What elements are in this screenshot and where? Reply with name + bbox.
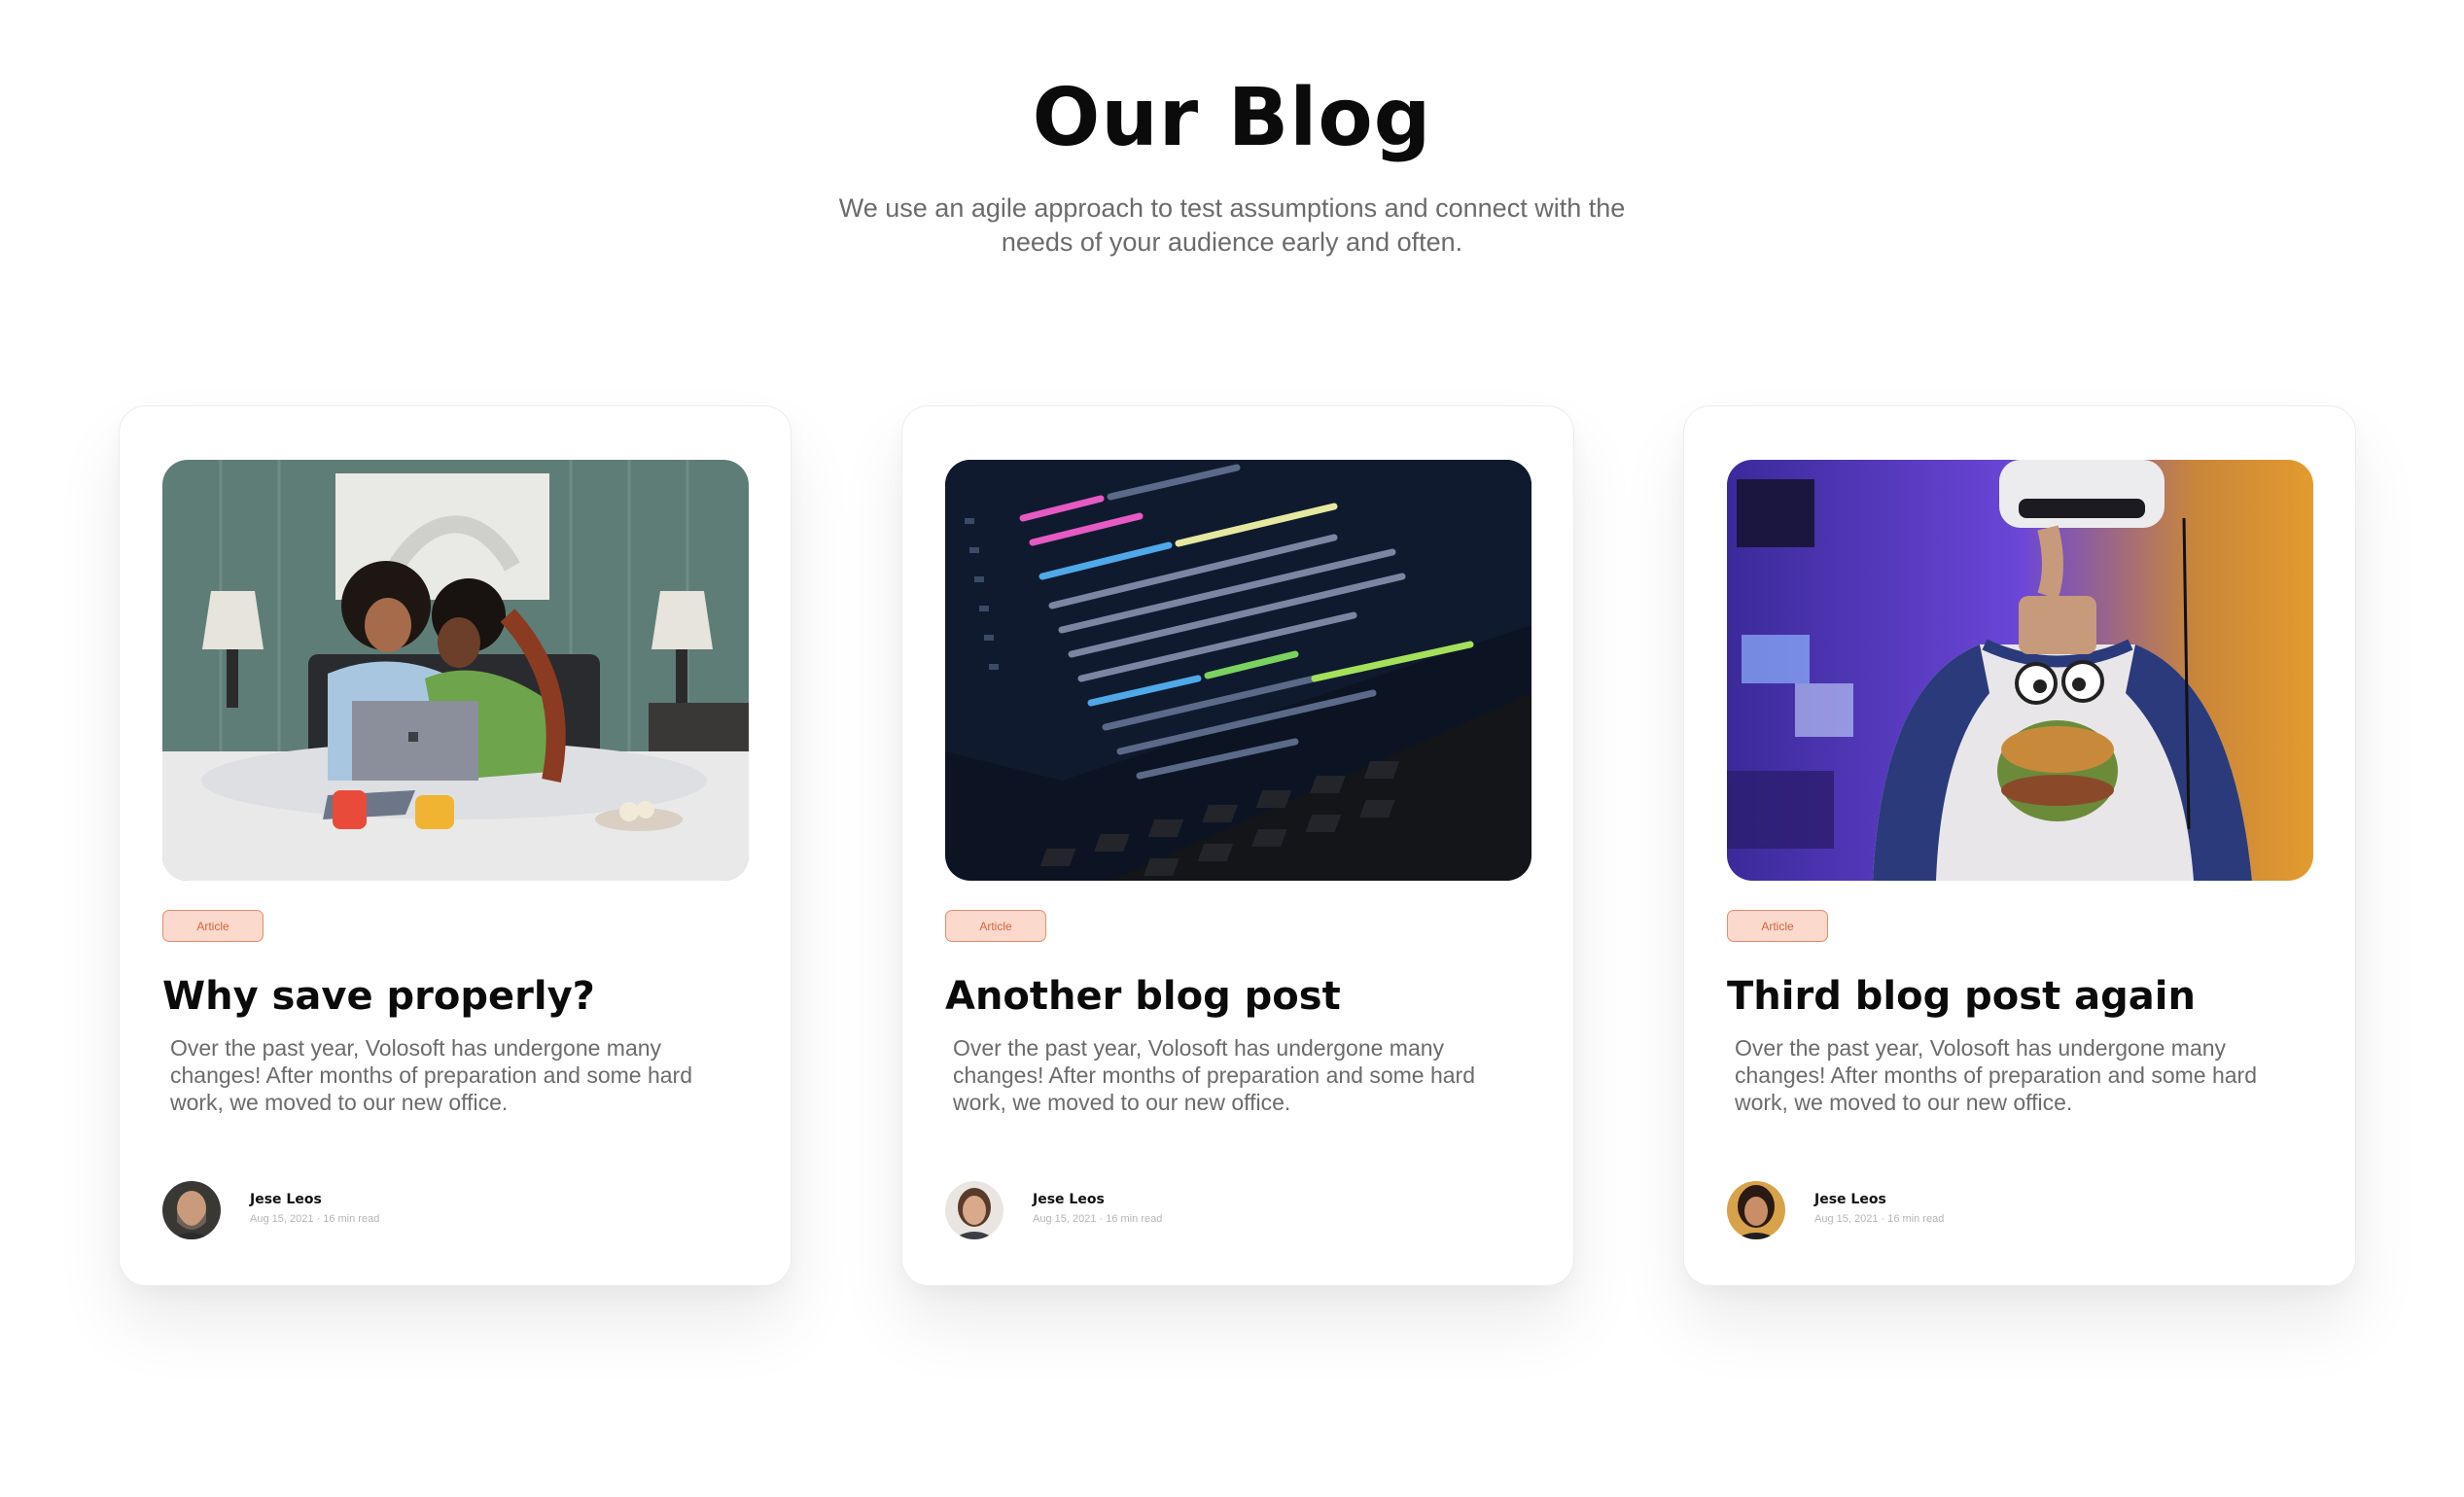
- author-name[interactable]: Jese Leos: [1033, 1192, 1105, 1207]
- blog-card-image[interactable]: [162, 460, 749, 881]
- article-tag[interactable]: Article: [1727, 910, 1828, 942]
- post-title[interactable]: Another blog post: [945, 972, 1548, 1021]
- post-excerpt: Over the past year, Volosoft has undergo…: [170, 1035, 692, 1115]
- avatar-person: [1727, 1181, 1785, 1239]
- post-title[interactable]: Why save properly?: [162, 972, 765, 1021]
- post-excerpt: Over the past year, Volosoft has undergo…: [953, 1035, 1475, 1115]
- page-subtitle: We use an agile approach to test assumpt…: [838, 193, 1626, 257]
- article-tag[interactable]: Article: [162, 910, 264, 942]
- post-meta: Aug 15, 2021 · 16 min read: [250, 1213, 380, 1225]
- article-tag[interactable]: Article: [945, 910, 1046, 942]
- photo-person-vr-headset: [1727, 460, 2313, 881]
- author-name[interactable]: Jese Leos: [1814, 1192, 1886, 1207]
- blog-card-3[interactable]: Article Third blog post again Over the p…: [1683, 405, 2356, 1286]
- author-avatar[interactable]: [1727, 1181, 1785, 1239]
- author-avatar[interactable]: [162, 1181, 221, 1239]
- blog-card-image[interactable]: [1727, 460, 2313, 881]
- post-meta: Aug 15, 2021 · 16 min read: [1033, 1213, 1163, 1225]
- avatar-bearded-man: [162, 1181, 221, 1239]
- author-name[interactable]: Jese Leos: [250, 1192, 322, 1207]
- blog-card-2[interactable]: Article Another blog post Over the past …: [901, 405, 1574, 1286]
- photo-code-on-laptop-screen: [945, 460, 1531, 881]
- page-title: Our Blog: [1032, 72, 1432, 164]
- blog-card-1[interactable]: Article Why save properly? Over the past…: [119, 405, 792, 1286]
- blog-card-image[interactable]: [945, 460, 1531, 881]
- photo-two-women-laptop-bed: [162, 460, 749, 881]
- post-meta: Aug 15, 2021 · 16 min read: [1814, 1213, 1945, 1225]
- post-title[interactable]: Third blog post again: [1727, 972, 2330, 1021]
- post-excerpt: Over the past year, Volosoft has undergo…: [1735, 1035, 2257, 1115]
- author-avatar[interactable]: [945, 1181, 1003, 1239]
- avatar-woman: [945, 1181, 1003, 1239]
